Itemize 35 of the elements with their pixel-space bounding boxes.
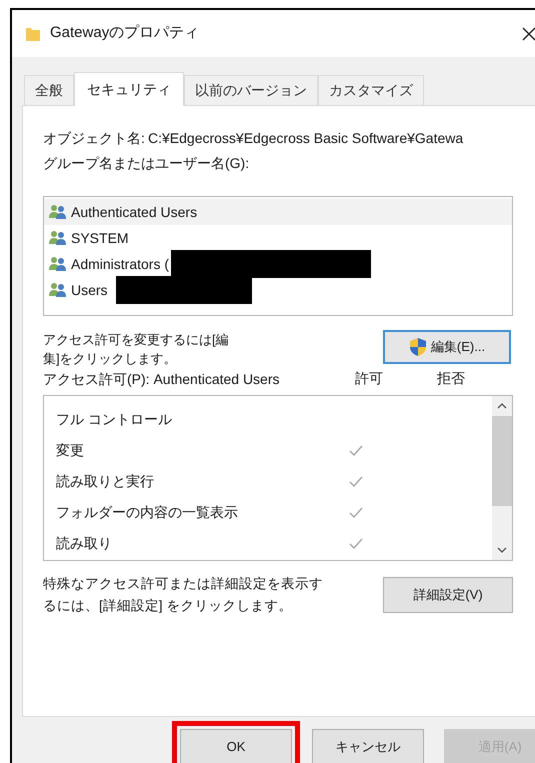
edit-button[interactable]: 編集(E)...: [383, 330, 511, 364]
permission-name: フォルダーの内容の一覧表示: [56, 503, 239, 522]
group-label: グループ名またはユーザー名(G):: [43, 154, 250, 173]
dialog-button[interactable]: キャンセル: [312, 729, 424, 763]
permission-name: 変更: [56, 441, 85, 460]
permission-name: フル コントロール: [56, 410, 173, 429]
principal-row[interactable]: Administrators (: [44, 251, 512, 277]
permission-name: 読み取り: [56, 534, 113, 553]
column-header: 拒否: [437, 369, 465, 388]
tab[interactable]: セキュリティ: [74, 72, 184, 106]
advanced-hint: 特殊なアクセス許可または詳細設定を表示するには、[詳細設定] をクリックします。: [43, 575, 323, 615]
principal-row[interactable]: Authenticated Users: [44, 199, 512, 225]
dialog-button[interactable]: OK: [180, 729, 292, 763]
tab[interactable]: カスタマイズ: [318, 75, 424, 105]
scrollbar[interactable]: [492, 396, 512, 560]
window-title: Gatewayのプロパティ: [50, 23, 200, 44]
users-icon: [49, 282, 67, 298]
tab[interactable]: 以前のバージョン: [184, 75, 318, 105]
principal-row[interactable]: Users: [44, 277, 512, 303]
close-icon[interactable]: [522, 26, 535, 40]
permission-name: 読み取りと実行: [56, 472, 155, 491]
object-name-label: オブジェクト名:: [43, 129, 146, 148]
edit-hint: アクセス許可を変更するには[編 集]をクリックします。: [43, 331, 229, 368]
shield-icon: [408, 337, 427, 357]
column-header: 許可: [355, 369, 384, 388]
advanced-button[interactable]: 詳細設定(V): [383, 577, 513, 613]
scroll-thumb[interactable]: [492, 416, 512, 506]
tab[interactable]: 全般: [24, 75, 74, 105]
users-icon: [49, 230, 67, 246]
permissions-label: アクセス許可(P): Authenticated Users: [43, 370, 281, 389]
folder-icon: [26, 26, 40, 42]
users-icon: [49, 204, 67, 220]
users-icon: [49, 256, 67, 272]
principal-row[interactable]: SYSTEM: [44, 225, 512, 251]
object-path: C:¥Edgecross¥Edgecross Basic Software¥Gatewa: [148, 129, 464, 148]
